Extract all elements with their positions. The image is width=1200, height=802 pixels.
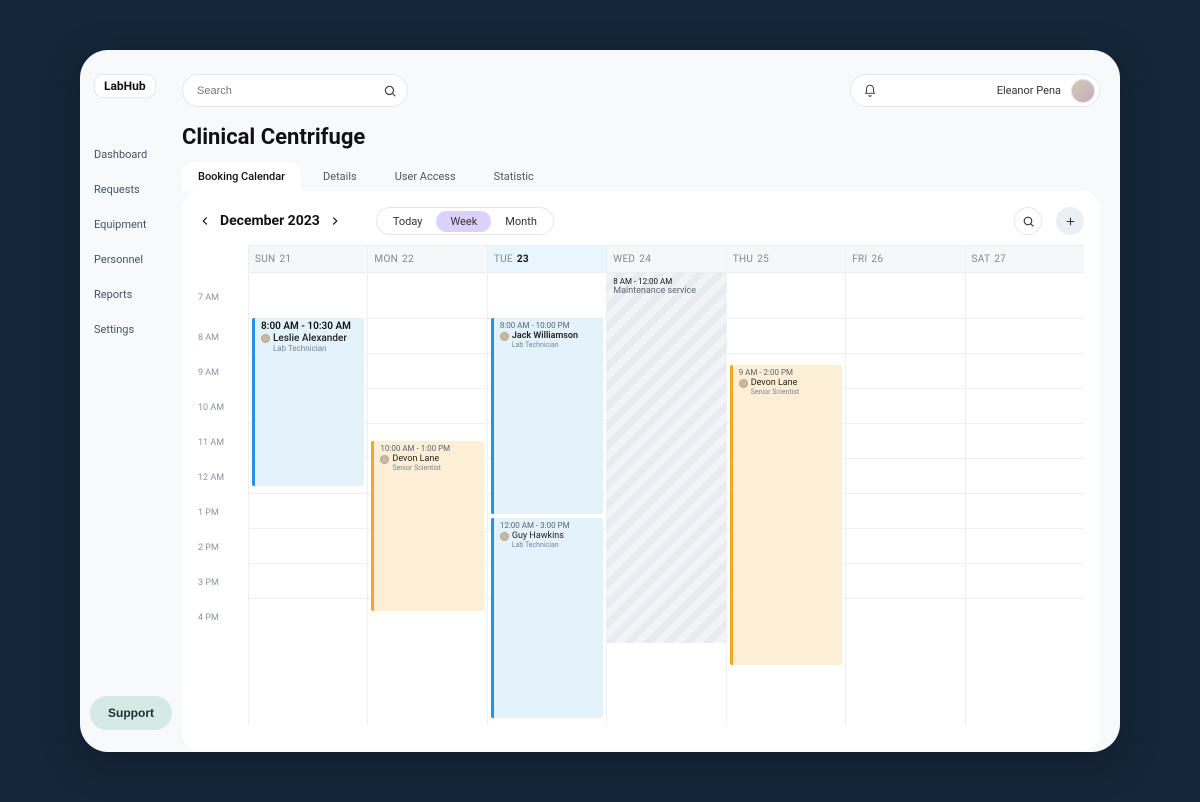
time-label: 1 PM bbox=[198, 508, 240, 518]
search-input[interactable] bbox=[197, 85, 383, 97]
day-header: THU25 bbox=[727, 245, 845, 273]
tab-booking-calendar[interactable]: Booking Calendar bbox=[182, 162, 301, 191]
time-label: 4 PM bbox=[198, 613, 240, 623]
time-label: 3 PM bbox=[198, 578, 240, 588]
person-icon bbox=[261, 334, 270, 343]
event-mon-devon[interactable]: 10:00 AM - 1:00 PM Devon Lane Senior Sci… bbox=[371, 441, 483, 611]
range-week[interactable]: Week bbox=[436, 211, 491, 232]
prev-month-icon[interactable] bbox=[198, 214, 212, 228]
day-header: SUN21 bbox=[249, 245, 367, 273]
month-nav: December 2023 bbox=[198, 213, 342, 229]
calendar-grid: 7 AM 8 AM 9 AM 10 AM 11 AM 12 AM 1 PM 2 … bbox=[198, 245, 1084, 725]
support-button[interactable]: Support bbox=[90, 696, 172, 730]
day-header: SAT27 bbox=[966, 245, 1084, 273]
day-columns: SUN21 8:00 AM - 10:30 AM Leslie Alexande… bbox=[248, 245, 1084, 725]
search-icon bbox=[1022, 215, 1035, 228]
search-icon bbox=[383, 84, 397, 98]
range-switch: Today Week Month bbox=[376, 207, 554, 235]
time-label: 9 AM bbox=[198, 368, 240, 378]
time-label: 10 AM bbox=[198, 403, 240, 413]
sidebar-item-equipment[interactable]: Equipment bbox=[94, 218, 182, 231]
event-sun-leslie[interactable]: 8:00 AM - 10:30 AM Leslie Alexander Lab … bbox=[252, 318, 364, 486]
sidebar: LabHub Dashboard Requests Equipment Pers… bbox=[80, 50, 182, 752]
sidebar-item-personnel[interactable]: Personnel bbox=[94, 253, 182, 266]
plus-icon bbox=[1064, 215, 1077, 228]
sidebar-item-settings[interactable]: Settings bbox=[94, 323, 182, 336]
event-tue-jack[interactable]: 8:00 AM - 10:00 PM Jack Williamson Lab T… bbox=[491, 318, 603, 514]
calendar-card: December 2023 Today Week Month bbox=[182, 191, 1100, 751]
day-header: WED24 bbox=[607, 245, 725, 273]
time-label: 2 PM bbox=[198, 543, 240, 553]
day-col-tue[interactable]: TUE23 8:00 AM - 10:00 PM Jack Williamson… bbox=[487, 245, 606, 725]
day-col-sun[interactable]: SUN21 8:00 AM - 10:30 AM Leslie Alexande… bbox=[248, 245, 367, 725]
day-header: TUE23 bbox=[488, 245, 606, 273]
day-col-thu[interactable]: THU25 9 AM - 2:00 PM Devon Lane Senior S… bbox=[726, 245, 845, 725]
page-title: Clinical Centrifuge bbox=[182, 125, 1100, 150]
day-header: FRI26 bbox=[846, 245, 964, 273]
range-month[interactable]: Month bbox=[491, 211, 551, 232]
calendar-add-button[interactable] bbox=[1056, 207, 1084, 235]
calendar-toolbar: December 2023 Today Week Month bbox=[198, 207, 1084, 235]
header-row: Eleanor Pena bbox=[182, 74, 1100, 107]
time-label: 11 AM bbox=[198, 438, 240, 448]
avatar bbox=[1071, 79, 1095, 103]
time-label: 8 AM bbox=[198, 333, 240, 343]
tab-user-access[interactable]: User Access bbox=[379, 162, 472, 191]
day-header: MON22 bbox=[368, 245, 486, 273]
time-column: 7 AM 8 AM 9 AM 10 AM 11 AM 12 AM 1 PM 2 … bbox=[198, 245, 248, 725]
tab-details[interactable]: Details bbox=[307, 162, 373, 191]
user-name: Eleanor Pena bbox=[997, 84, 1061, 97]
day-col-mon[interactable]: MON22 10:00 AM - 1:00 PM Devon Lane Seni… bbox=[367, 245, 486, 725]
person-icon bbox=[380, 455, 389, 464]
tabs: Booking Calendar Details User Access Sta… bbox=[182, 162, 1100, 191]
day-col-wed[interactable]: WED24 8 AM - 12:00 AM Maintenance servic… bbox=[606, 245, 725, 725]
tab-statistic[interactable]: Statistic bbox=[478, 162, 550, 191]
calendar-search-button[interactable] bbox=[1014, 207, 1042, 235]
person-icon bbox=[500, 332, 509, 341]
next-month-icon[interactable] bbox=[328, 214, 342, 228]
event-thu-devon[interactable]: 9 AM - 2:00 PM Devon Lane Senior Scienti… bbox=[730, 365, 842, 665]
user-pill[interactable]: Eleanor Pena bbox=[850, 74, 1100, 107]
range-today[interactable]: Today bbox=[379, 211, 437, 232]
sidebar-item-reports[interactable]: Reports bbox=[94, 288, 182, 301]
sidebar-item-dashboard[interactable]: Dashboard bbox=[94, 148, 182, 161]
month-label: December 2023 bbox=[220, 213, 320, 229]
main: Eleanor Pena Clinical Centrifuge Booking… bbox=[182, 50, 1120, 752]
time-label: 12 AM bbox=[198, 473, 240, 483]
event-wed-maintenance[interactable]: 8 AM - 12:00 AM Maintenance service bbox=[607, 273, 725, 643]
event-tue-guy[interactable]: 12:00 AM - 3:00 PM Guy Hawkins Lab Techn… bbox=[491, 518, 603, 718]
logo: LabHub bbox=[94, 74, 156, 98]
person-icon bbox=[739, 379, 748, 388]
day-col-sat[interactable]: SAT27 bbox=[965, 245, 1084, 725]
sidebar-nav: Dashboard Requests Equipment Personnel R… bbox=[80, 148, 182, 336]
sidebar-item-requests[interactable]: Requests bbox=[94, 183, 182, 196]
app-window: LabHub Dashboard Requests Equipment Pers… bbox=[80, 50, 1120, 752]
bell-icon[interactable] bbox=[863, 84, 877, 98]
day-col-fri[interactable]: FRI26 bbox=[845, 245, 964, 725]
search-input-wrapper[interactable] bbox=[182, 74, 408, 107]
time-label: 7 AM bbox=[198, 293, 240, 303]
person-icon bbox=[500, 532, 509, 541]
